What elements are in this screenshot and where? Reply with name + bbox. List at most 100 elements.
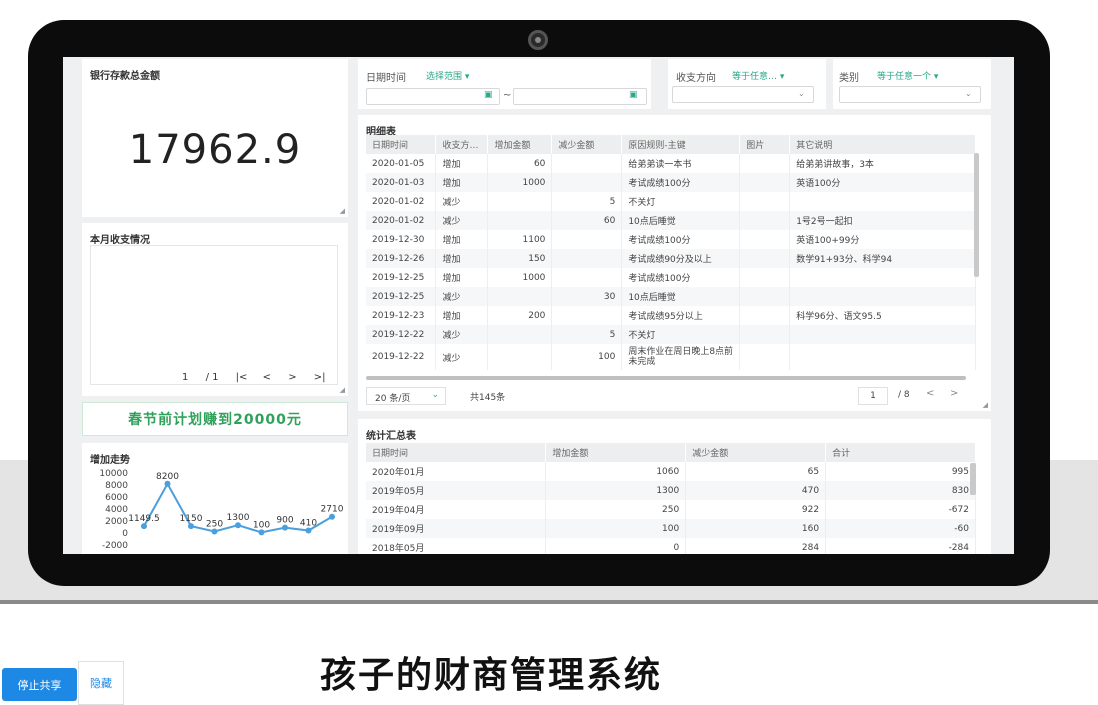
summary-column-header[interactable]: 减少金额: [685, 443, 827, 462]
detail-column-header[interactable]: 原因规则-主键: [621, 135, 741, 154]
table-row[interactable]: 2018年05月 0 284 -284: [366, 538, 976, 554]
table-cell: [789, 287, 976, 306]
summary-column-header[interactable]: 增加金额: [545, 443, 687, 462]
date-filter-panel: 日期时间 选择范围 ▾ ▣ ~ ▣: [358, 59, 651, 109]
bank-total-panel: 银行存款总金额 17962.9 ◢: [82, 59, 348, 217]
pager-page[interactable]: 1: [182, 372, 188, 383]
table-cell: 2020-01-05: [366, 154, 437, 173]
chevron-down-icon[interactable]: ⌄: [965, 89, 972, 98]
last-page-icon[interactable]: >|: [314, 372, 326, 383]
category-input[interactable]: [839, 86, 981, 103]
category-filter-label: 类别: [839, 73, 859, 84]
detail-vertical-scrollbar[interactable]: [974, 153, 979, 277]
calendar-icon[interactable]: ▣: [629, 90, 638, 100]
date-range-select[interactable]: 选择范围 ▾: [426, 69, 469, 82]
table-cell: 增加: [435, 249, 489, 268]
table-cell: [739, 325, 791, 344]
y-tick-label: 4000: [105, 505, 128, 515]
detail-column-header[interactable]: 日期时间: [366, 135, 437, 154]
table-cell: [739, 192, 791, 211]
stop-share-button[interactable]: 停止共享: [2, 668, 77, 701]
hide-button[interactable]: 隐藏: [78, 661, 124, 705]
table-cell: 60: [551, 211, 623, 230]
table-cell: 284: [685, 538, 827, 554]
page-size-select[interactable]: 20 条/页 ⌄: [366, 387, 446, 405]
pager-total: / 1: [205, 372, 219, 383]
table-cell: 增加: [435, 154, 489, 173]
table-row[interactable]: 2019-12-22 减少 5 不关灯: [366, 325, 976, 344]
detail-panel: 明细表 日期时间 收支方… 增加金额 减少金额 原因规则-主键 图片 其它说明 2020-0…: [358, 115, 991, 411]
table-row[interactable]: 2019-12-30 增加 1100 考试成绩100分 英语100+99分: [366, 230, 976, 249]
resize-handle-icon[interactable]: ◢: [340, 207, 345, 215]
table-cell: 2020-01-03: [366, 173, 437, 192]
y-tick-label: 10000: [99, 469, 128, 479]
table-row[interactable]: 2019-12-23 增加 200 考试成绩95分以上 科学96分、语文95.5: [366, 306, 976, 325]
detail-column-header[interactable]: 其它说明: [789, 135, 976, 154]
y-tick-label: 2000: [105, 517, 128, 527]
video-caption: 孩子的财商管理系统: [320, 655, 663, 696]
table-cell: 1000: [487, 173, 553, 192]
calendar-icon[interactable]: ▣: [484, 90, 493, 100]
summary-column-header[interactable]: 合计: [825, 443, 976, 462]
date-start-input[interactable]: [366, 88, 500, 105]
table-row[interactable]: 2019年05月 1300 470 830: [366, 481, 976, 500]
direction-input[interactable]: [672, 86, 814, 103]
detail-column-header[interactable]: 图片: [739, 135, 791, 154]
table-cell: [551, 230, 623, 249]
table-cell: [739, 154, 791, 173]
data-label: 1300: [227, 513, 250, 523]
table-cell: 2018年05月: [366, 538, 547, 554]
table-cell: 考试成绩100分: [621, 268, 741, 287]
table-row[interactable]: 2019年04月 250 922 -672: [366, 500, 976, 519]
table-cell: 周末作业在周日晚上8点前未完成: [621, 344, 741, 370]
next-page-icon[interactable]: >: [950, 388, 958, 399]
table-cell: 60: [487, 154, 553, 173]
table-row[interactable]: 2019-12-26 增加 150 考试成绩90分及以上 数学91+93分、科学94: [366, 249, 976, 268]
detail-column-header[interactable]: 减少金额: [551, 135, 623, 154]
table-cell: [487, 325, 553, 344]
table-cell: [789, 268, 976, 287]
table-row[interactable]: 2019-12-25 增加 1000 考试成绩100分: [366, 268, 976, 287]
table-row[interactable]: 2019-12-22 减少 100 周末作业在周日晚上8点前未完成: [366, 344, 976, 370]
category-select[interactable]: 等于任意一个 ▾: [877, 69, 938, 82]
date-end-input[interactable]: [513, 88, 647, 105]
detail-horizontal-scrollbar[interactable]: [366, 376, 966, 380]
table-cell: 数学91+93分、科学94: [789, 249, 976, 268]
table-cell: -284: [825, 538, 976, 554]
summary-column-header[interactable]: 日期时间: [366, 443, 547, 462]
table-row[interactable]: 2019年09月 100 160 -60: [366, 519, 976, 538]
table-row[interactable]: 2020-01-02 减少 5 不关灯: [366, 192, 976, 211]
table-row[interactable]: 2020-01-03 增加 1000 考试成绩100分 英语100分: [366, 173, 976, 192]
next-page-icon[interactable]: >: [288, 372, 296, 383]
table-cell: -672: [825, 500, 976, 519]
table-row[interactable]: 2019-12-25 减少 30 10点后睡觉: [366, 287, 976, 306]
summary-title: 统计汇总表: [366, 431, 416, 442]
date-filter-label: 日期时间: [366, 73, 406, 84]
page-number-input[interactable]: 1: [858, 387, 888, 405]
table-row[interactable]: 2020-01-02 减少 60 10点后睡觉 1号2号一起扣: [366, 211, 976, 230]
chevron-down-icon: ⌄: [431, 390, 439, 400]
resize-handle-icon[interactable]: ◢: [983, 401, 988, 409]
table-cell: [739, 173, 791, 192]
table-row[interactable]: 2020-01-05 增加 60 给弟弟读一本书 给弟弟讲故事，3本: [366, 154, 976, 173]
table-cell: 2020-01-02: [366, 192, 437, 211]
chevron-down-icon[interactable]: ⌄: [798, 89, 805, 98]
detail-column-header[interactable]: 收支方…: [435, 135, 489, 154]
detail-table-wrap: 日期时间 收支方… 增加金额 减少金额 原因规则-主键 图片 其它说明 2020-01-05…: [366, 135, 976, 370]
table-cell: [739, 287, 791, 306]
prev-page-icon[interactable]: <: [263, 372, 271, 383]
table-cell: [551, 268, 623, 287]
table-cell: 160: [685, 519, 827, 538]
table-row[interactable]: 2020年01月 1060 65 995: [366, 462, 976, 481]
resize-handle-icon[interactable]: ◢: [340, 386, 345, 394]
table-cell: 5: [551, 325, 623, 344]
summary-vertical-scrollbar[interactable]: [970, 463, 976, 495]
detail-column-header[interactable]: 增加金额: [487, 135, 553, 154]
prev-page-icon[interactable]: <: [926, 388, 934, 399]
direction-select[interactable]: 等于任意… ▾: [732, 69, 784, 82]
table-cell: 2019-12-25: [366, 268, 437, 287]
table-cell: 100: [551, 344, 623, 370]
table-cell: 减少: [435, 211, 489, 230]
first-page-icon[interactable]: |<: [236, 372, 248, 383]
table-cell: [551, 306, 623, 325]
